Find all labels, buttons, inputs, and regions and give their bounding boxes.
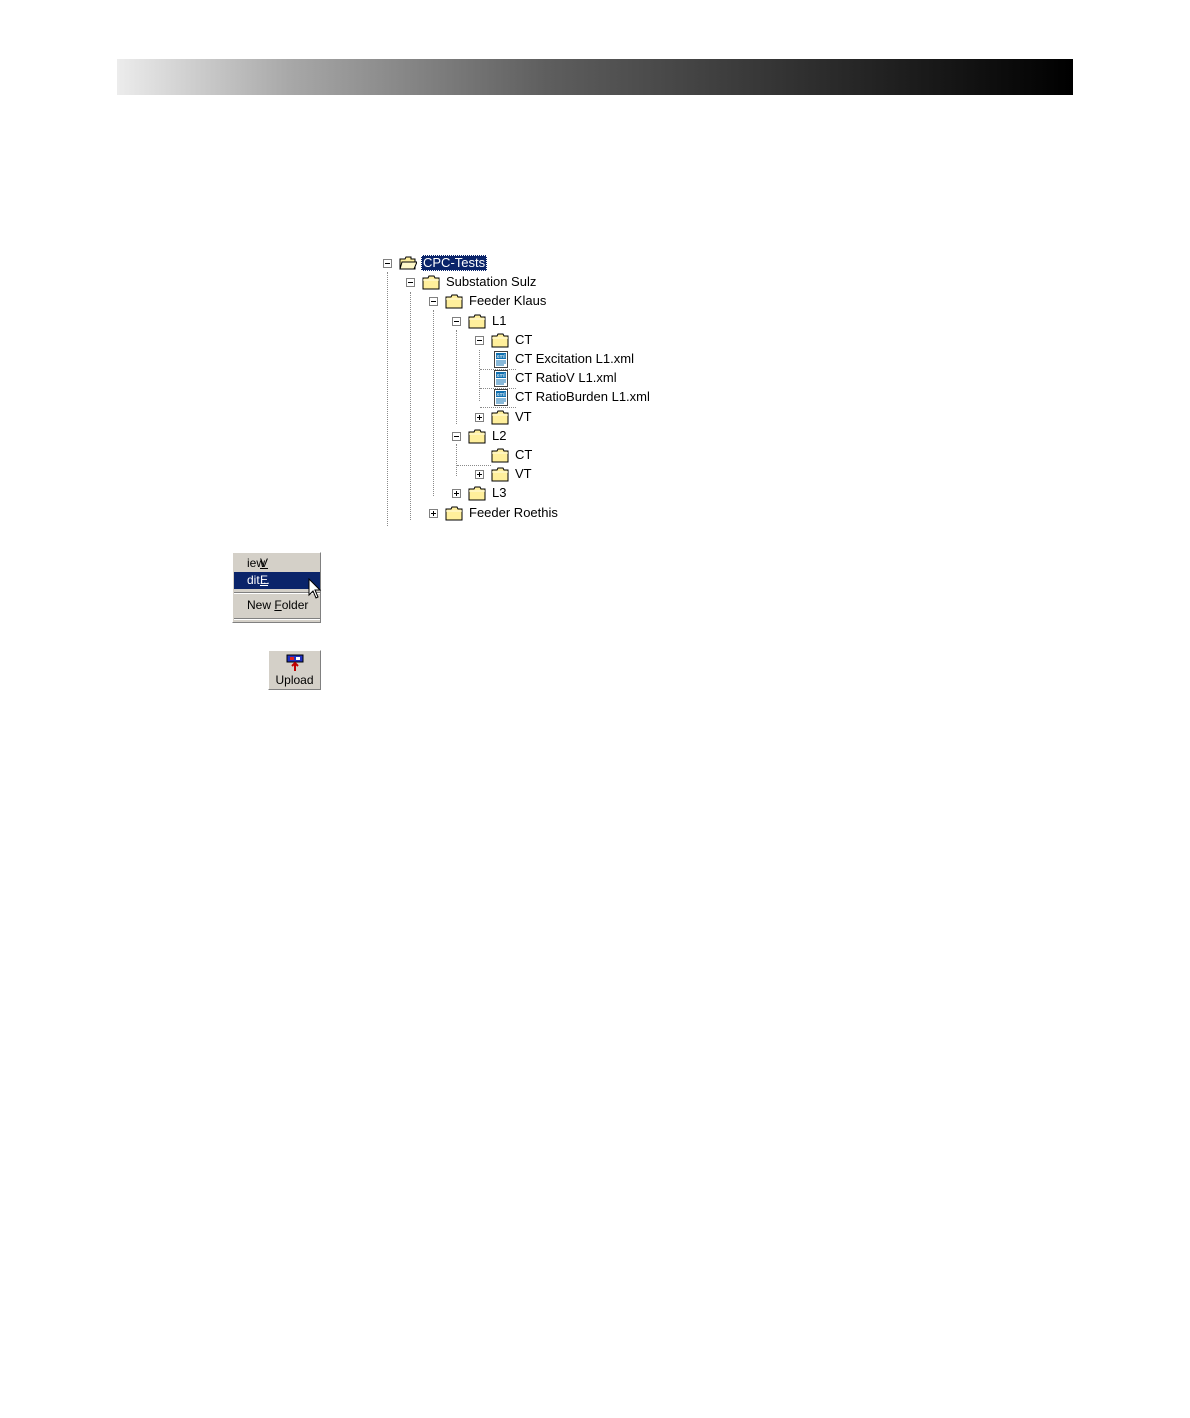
tree-node-label: CT bbox=[515, 332, 533, 347]
tree-node-label: CT Excitation L1.xml bbox=[515, 351, 634, 366]
mouse-pointer-icon bbox=[308, 578, 322, 599]
tree-node-label: CPC-Tests bbox=[421, 255, 488, 271]
tree-node-label: L3 bbox=[492, 485, 507, 500]
collapse-icon[interactable] bbox=[406, 278, 415, 287]
mnemonic-v: V bbox=[260, 556, 269, 570]
tree-node[interactable]: xml CT RatioBurden L1.xml bbox=[493, 388, 708, 407]
upload-button-label: Upload bbox=[275, 673, 314, 687]
tree-node[interactable]: VT bbox=[470, 465, 708, 484]
folder-icon bbox=[468, 429, 486, 444]
folder-icon bbox=[468, 314, 486, 329]
mnemonic-f: F bbox=[274, 598, 282, 612]
folder-icon bbox=[445, 294, 463, 309]
tree-node-label: L1 bbox=[492, 313, 507, 328]
folder-icon bbox=[445, 506, 463, 521]
tree-node-label: Substation Sulz bbox=[446, 274, 537, 289]
collapse-icon[interactable] bbox=[452, 317, 461, 326]
folder-icon bbox=[468, 486, 486, 501]
tree-node-label: CT RatioV L1.xml bbox=[515, 370, 617, 385]
header-gradient-bar bbox=[117, 59, 1073, 95]
menu-label-older: older bbox=[281, 598, 309, 612]
svg-text:xml: xml bbox=[496, 354, 505, 360]
svg-text:xml: xml bbox=[496, 373, 505, 379]
collapse-icon[interactable] bbox=[383, 259, 392, 268]
upload-button[interactable]: Upload bbox=[268, 650, 321, 690]
open-folder-icon bbox=[399, 256, 418, 271]
tree-node[interactable]: VT bbox=[470, 408, 708, 427]
tree-node[interactable]: Feeder Roethis bbox=[424, 504, 708, 523]
tree-node[interactable]: xml CT Excitation L1.xml bbox=[493, 350, 708, 369]
tree-node-label: VT bbox=[515, 409, 532, 424]
tree-node[interactable]: Substation Sulz bbox=[401, 273, 708, 292]
tree-node[interactable]: CT bbox=[470, 331, 708, 350]
tree-node[interactable]: L1 bbox=[447, 312, 708, 331]
menu-item-view[interactable]: View bbox=[234, 555, 320, 572]
expand-icon[interactable] bbox=[452, 489, 461, 498]
menu-label-new: New bbox=[247, 598, 275, 612]
expand-icon[interactable] bbox=[429, 509, 438, 518]
upload-icon bbox=[286, 654, 304, 671]
tree-node-label: CT bbox=[515, 447, 533, 462]
tree-node[interactable]: CT bbox=[470, 446, 708, 465]
tree-node[interactable]: L3 bbox=[447, 484, 708, 503]
tree-node-label: VT bbox=[515, 466, 532, 481]
expand-icon[interactable] bbox=[475, 470, 484, 479]
xml-file-icon: xml bbox=[493, 351, 509, 368]
folder-icon bbox=[491, 467, 509, 482]
tree-node-label: Feeder Roethis bbox=[469, 505, 558, 520]
tree-node-label: Feeder Klaus bbox=[469, 293, 547, 308]
file-tree: CPC-Tests Substation Sulz Feeder Klaus L1 CT… bbox=[378, 254, 708, 526]
folder-icon bbox=[491, 410, 509, 425]
collapse-icon[interactable] bbox=[475, 336, 484, 345]
collapse-icon[interactable] bbox=[452, 432, 461, 441]
tree-node[interactable]: Feeder Klaus bbox=[424, 292, 708, 311]
tree-node[interactable]: L2 bbox=[447, 427, 708, 446]
folder-icon bbox=[491, 448, 509, 463]
tree-node-label: CT RatioBurden L1.xml bbox=[515, 389, 650, 404]
xml-file-icon: xml bbox=[493, 370, 509, 387]
mnemonic-e: E bbox=[260, 573, 269, 587]
svg-text:xml: xml bbox=[496, 392, 505, 398]
expand-icon[interactable] bbox=[475, 413, 484, 422]
menu-separator-bottom bbox=[234, 618, 320, 620]
xml-file-icon: xml bbox=[493, 389, 509, 406]
tree-node[interactable]: CPC-Tests bbox=[378, 254, 708, 273]
tree-node[interactable]: xml CT RatioV L1.xml bbox=[493, 369, 708, 388]
folder-icon bbox=[491, 333, 509, 348]
collapse-icon[interactable] bbox=[429, 297, 438, 306]
folder-icon bbox=[422, 275, 440, 290]
tree-node-label: L2 bbox=[492, 428, 507, 443]
